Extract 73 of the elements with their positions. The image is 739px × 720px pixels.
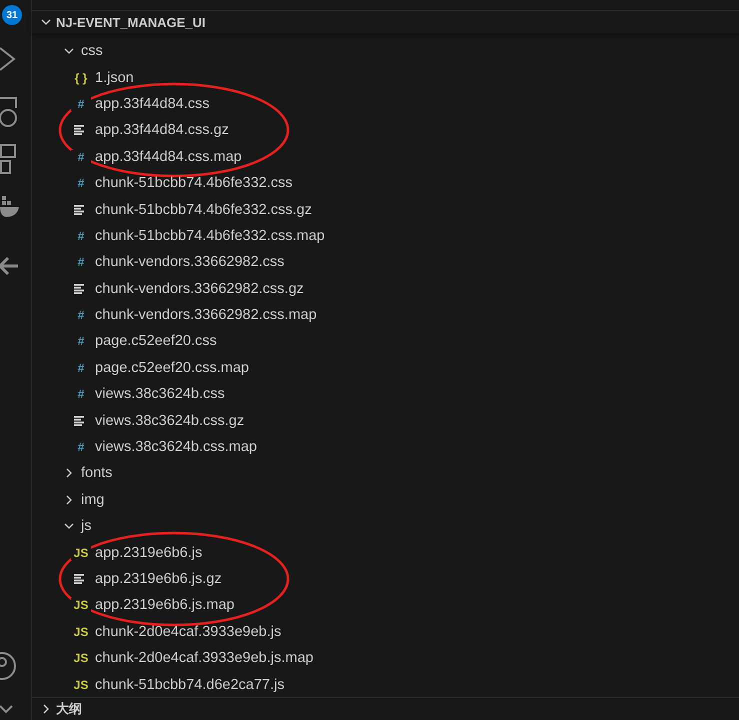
file-name: chunk-vendors.33662982.css.map [95,307,317,324]
tree-item[interactable]: # chunk-vendors.33662982.css [32,249,739,276]
tree-item[interactable]: img [32,486,739,514]
file-type-icon: JS [71,546,91,560]
tree-item[interactable]: JS app.2319e6b6.js.map [32,592,739,619]
tree-item[interactable]: chunk-51bcbb74.4b6fe332.css.gz [32,196,739,223]
tree-item[interactable]: JS chunk-2d0e4caf.3933e9eb.js [32,618,739,645]
tree-item[interactable]: # chunk-51bcbb74.4b6fe332.css.map [32,222,739,250]
tree-item[interactable]: # page.c52eef20.css [32,328,739,355]
extensions-icon[interactable] [0,144,18,174]
tree-item[interactable]: { } 1.json [32,64,739,91]
tree-item[interactable]: # views.38c3624b.css.map [32,434,739,460]
file-name: page.c52eef20.css.map [95,360,249,376]
file-name: css [81,43,103,60]
tree-item[interactable]: css [32,38,739,64]
file-type-icon: # [71,96,91,111]
whale-icon[interactable] [0,196,20,218]
file-name: chunk-51bcbb74.4b6fe332.css.gz [95,202,312,218]
tree-item[interactable]: JS chunk-2d0e4caf.3933e9eb.js.map [32,644,739,672]
tree-item[interactable]: # chunk-vendors.33662982.css.map [32,302,739,328]
lines-icon [74,204,86,215]
lines-icon [74,125,86,136]
file-name: chunk-51bcbb74.4b6fe332.css [95,175,293,192]
file-name: views.38c3624b.css [95,386,225,402]
tree-item[interactable]: # page.c52eef20.css.map [32,354,739,382]
outline-title: 大纲 [56,700,82,718]
lines-icon [74,574,86,584]
file-name: app.2319e6b6.js [95,544,202,561]
file-type-icon: JS [71,624,91,639]
file-name: app.33f44d84.css.map [95,148,242,165]
file-name: js [81,518,92,534]
file-type-icon: JS [71,598,91,612]
section-header[interactable]: NJ-EVENT_MANAGE_UI [32,10,739,33]
tree-item[interactable]: app.2319e6b6.js.gz [32,566,739,592]
lines-icon [74,416,86,426]
tree-item[interactable]: views.38c3624b.css.gz [32,407,739,434]
file-type-icon: # [71,150,91,164]
file-name: fonts [81,465,112,482]
file-name: app.33f44d84.css [95,96,210,112]
remote-explorer-icon[interactable] [0,96,18,130]
tree-item[interactable]: JS app.2319e6b6.js [32,539,739,566]
tree-item[interactable]: fonts [32,460,739,487]
file-name: app.2319e6b6.js.gz [95,571,222,587]
file-name: chunk-2d0e4caf.3933e9eb.js [95,624,282,640]
section-header[interactable]: 大纲 [32,697,739,720]
file-name: chunk-2d0e4caf.3933e9eb.js.map [95,650,314,666]
file-name: views.38c3624b.css.map [95,439,257,456]
arrow-icon[interactable] [0,254,20,276]
file-name: chunk-vendors.33662982.css.gz [95,280,304,297]
file-type-icon: JS [71,651,91,666]
tree-item[interactable]: # app.33f44d84.css [32,90,739,118]
tree-item[interactable]: app.33f44d84.css.gz [32,117,739,144]
file-name: views.38c3624b.css.gz [95,412,244,429]
tree-item[interactable]: chunk-vendors.33662982.css.gz [32,276,739,302]
tree-item[interactable]: # chunk-51bcbb74.4b6fe332.css [32,170,739,196]
tree-item[interactable]: # app.33f44d84.css.map [32,144,739,170]
file-type-icon: JS [71,678,91,692]
file-name: chunk-51bcbb74.d6e2ca77.js [95,676,284,693]
tree-item[interactable]: js [32,513,739,540]
lines-icon [74,284,86,294]
file-name: img [81,492,104,508]
project-title: NJ-EVENT_MANAGE_UI [56,14,206,30]
tree-item[interactable]: # views.38c3624b.css [32,381,739,408]
account-icon[interactable] [0,652,18,680]
file-name: chunk-51bcbb74.4b6fe332.css.map [95,228,325,244]
tree-item[interactable]: JS chunk-51bcbb74.d6e2ca77.js [32,671,739,697]
file-name: page.c52eef20.css [95,333,217,350]
run-debug-icon[interactable] [0,46,16,72]
notification-badge: 31 [2,5,22,25]
file-name: 1.json [95,70,134,86]
file-name: app.2319e6b6.js.map [95,597,234,614]
file-name: app.33f44d84.css.gz [95,122,229,138]
file-name: chunk-vendors.33662982.css [95,254,284,270]
